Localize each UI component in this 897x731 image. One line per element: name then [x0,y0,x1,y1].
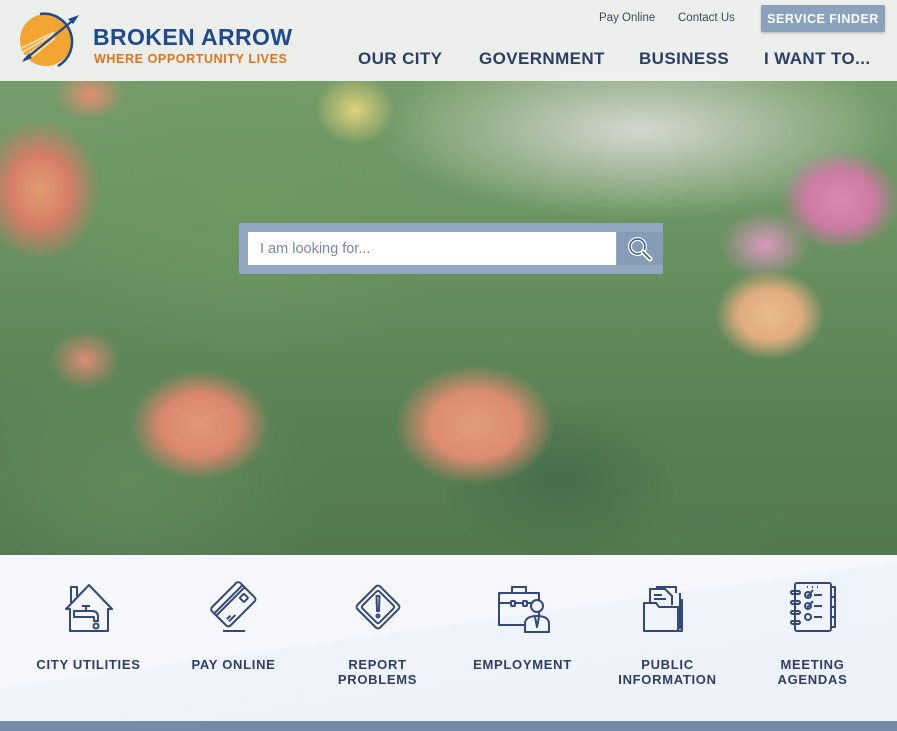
quick-link-city-utilities[interactable]: CITY UTILITIES [16,555,161,721]
credit-card-icon [209,581,256,632]
quick-link-label: EMPLOYMENT [473,657,572,672]
house-faucet-icon [64,584,113,632]
checklist-notebook-icon [789,582,836,632]
site-header: BROKEN ARROW WHERE OPPORTUNITY LIVES Pay… [0,0,897,81]
quick-link-pay-online[interactable]: PAY ONLINE [161,555,306,721]
site-logo[interactable]: BROKEN ARROW WHERE OPPORTUNITY LIVES [18,10,292,70]
quick-link-label: CITY UTILITIES [36,657,141,672]
quick-link-meeting-agendas[interactable]: MEETING AGENDAS [740,555,885,721]
hero-background-image [0,0,897,555]
service-finder-button[interactable]: SERVICE FINDER [761,5,885,32]
search-button[interactable] [617,232,663,265]
folder-documents-icon [642,586,683,632]
search-bar [239,223,663,274]
footer-bar [0,721,897,731]
search-input[interactable] [248,232,616,265]
quick-link-label: REPORT PROBLEMS [337,657,418,687]
pay-online-link[interactable]: Pay Online [599,12,655,24]
quick-links: CITY UTILITIES PAY ONLINE REPORT PROBLEM… [0,555,897,721]
site-name: BROKEN ARROW [93,24,293,50]
briefcase-person-icon [497,586,550,633]
nav-government[interactable]: GOVERNMENT [479,49,605,69]
nav-business[interactable]: BUSINESS [639,49,729,69]
quick-link-employment[interactable]: EMPLOYMENT [450,555,595,721]
broken-arrow-logo-icon [20,12,79,68]
quick-link-report-problems[interactable]: REPORT PROBLEMS [305,555,450,721]
quick-link-public-information[interactable]: PUBLIC INFORMATION [595,555,740,721]
search-icon [628,236,653,261]
warning-sign-icon [355,584,400,630]
quick-link-label: PAY ONLINE [191,657,276,672]
nav-our-city[interactable]: OUR CITY [358,49,442,69]
nav-i-want-to[interactable]: I WANT TO... [764,49,871,69]
site-tagline: WHERE OPPORTUNITY LIVES [94,52,288,66]
quick-link-label: MEETING AGENDAS [777,657,848,687]
quick-link-label: PUBLIC INFORMATION [618,657,717,687]
contact-us-link[interactable]: Contact Us [678,12,735,24]
